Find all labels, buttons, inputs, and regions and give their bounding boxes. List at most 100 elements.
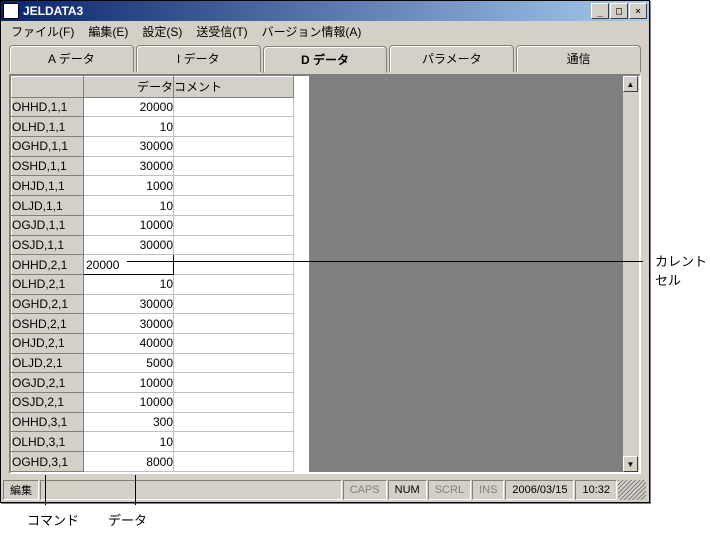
table-row[interactable]: OSHD,1,130000	[12, 156, 294, 176]
cell-cmd[interactable]: OLJD,2,1	[12, 353, 84, 373]
cell-comment[interactable]	[174, 393, 294, 413]
cell-comment[interactable]	[174, 196, 294, 216]
cell-data[interactable]: 30000	[84, 294, 174, 314]
cell-cmd[interactable]: OGHD,1,1	[12, 137, 84, 157]
cell-comment[interactable]	[174, 274, 294, 294]
table-row[interactable]: OHHD,3,1300	[12, 412, 294, 432]
table-row[interactable]: OLJD,1,110	[12, 196, 294, 216]
vertical-scrollbar[interactable]: ▲ ▼	[622, 76, 639, 472]
cell-data[interactable]: 30000	[84, 156, 174, 176]
cell-data[interactable]: 10	[84, 117, 174, 137]
table-row[interactable]: OHHD,1,120000	[12, 97, 294, 117]
cell-data[interactable]: 10	[84, 432, 174, 452]
cell-comment[interactable]	[174, 97, 294, 117]
cell-data[interactable]: 10000	[84, 373, 174, 393]
cell-data[interactable]: 1000	[84, 176, 174, 196]
menu-version[interactable]: バージョン情報(A)	[256, 21, 368, 42]
cell-comment[interactable]	[174, 333, 294, 353]
table-row[interactable]: OSJD,2,110000	[12, 393, 294, 413]
cell-cmd[interactable]: OSJD,2,1	[12, 393, 84, 413]
status-date: 2006/03/15	[505, 480, 574, 500]
table-row[interactable]: OGJD,2,110000	[12, 373, 294, 393]
cell-comment[interactable]	[174, 353, 294, 373]
cell-comment[interactable]	[174, 215, 294, 235]
cell-cmd[interactable]: OHJD,2,1	[12, 333, 84, 353]
cell-comment[interactable]	[174, 137, 294, 157]
scroll-down-button[interactable]: ▼	[623, 456, 638, 472]
cell-data[interactable]: 30000	[84, 314, 174, 334]
status-ins: INS	[472, 480, 504, 500]
cell-data-editing[interactable]: 20000	[84, 255, 174, 275]
scroll-up-button[interactable]: ▲	[623, 76, 638, 92]
cell-cmd[interactable]: OGJD,2,1	[12, 373, 84, 393]
tab-comm[interactable]: 通信	[516, 45, 641, 72]
minimize-button[interactable]: _	[591, 3, 609, 19]
tab-i-data[interactable]: I データ	[136, 45, 261, 72]
table-row[interactable]: OLHD,2,110	[12, 274, 294, 294]
cell-cmd[interactable]: OGHD,2,1	[12, 294, 84, 314]
cell-cmd[interactable]: OLJD,1,1	[12, 196, 84, 216]
table-row[interactable]: OLJD,2,15000	[12, 353, 294, 373]
cell-comment[interactable]	[174, 176, 294, 196]
cell-data[interactable]: 30000	[84, 235, 174, 255]
cell-cmd[interactable]: OLHD,3,1	[12, 432, 84, 452]
cell-cmd[interactable]: OSHD,2,1	[12, 314, 84, 334]
menu-send[interactable]: 送受信(T)	[190, 21, 253, 42]
cell-cmd[interactable]: OLHD,1,1	[12, 117, 84, 137]
cell-comment[interactable]	[174, 235, 294, 255]
cell-data[interactable]: 10	[84, 196, 174, 216]
menu-file[interactable]: ファイル(F)	[5, 21, 80, 42]
cell-cmd[interactable]: OHHD,2,1	[12, 255, 84, 275]
cell-data[interactable]: 8000	[84, 452, 174, 472]
tab-param[interactable]: パラメータ	[389, 45, 514, 72]
cell-data[interactable]: 30000	[84, 137, 174, 157]
table-row[interactable]: OHJD,1,11000	[12, 176, 294, 196]
cell-cmd[interactable]: OLHD,2,1	[12, 274, 84, 294]
cell-data[interactable]: 10000	[84, 215, 174, 235]
menu-settings[interactable]: 設定(S)	[136, 21, 188, 42]
table-row[interactable]: OGJD,1,110000	[12, 215, 294, 235]
titlebar[interactable]: JELDATA3 _ □ ×	[1, 1, 649, 21]
table-row[interactable]: OHHD,2,120000	[12, 255, 294, 275]
cell-comment[interactable]	[174, 412, 294, 432]
maximize-button[interactable]: □	[610, 3, 628, 19]
cell-data[interactable]: 10	[84, 274, 174, 294]
table-row[interactable]: OGHD,2,130000	[12, 294, 294, 314]
table-row[interactable]: OLHD,3,110	[12, 432, 294, 452]
cell-comment[interactable]	[174, 432, 294, 452]
grid-header-data[interactable]: データ	[84, 77, 174, 98]
table-row[interactable]: OLHD,1,110	[12, 117, 294, 137]
cell-comment[interactable]	[174, 314, 294, 334]
tab-a-data[interactable]: A データ	[9, 45, 134, 72]
cell-comment[interactable]	[174, 117, 294, 137]
cell-data[interactable]: 300	[84, 412, 174, 432]
resize-grip-icon[interactable]	[618, 480, 646, 500]
cell-data[interactable]: 10000	[84, 393, 174, 413]
cell-data[interactable]: 5000	[84, 353, 174, 373]
table-row[interactable]: OHJD,2,140000	[12, 333, 294, 353]
cell-comment[interactable]	[174, 452, 294, 472]
table-row[interactable]: OSHD,2,130000	[12, 314, 294, 334]
cell-comment[interactable]	[174, 294, 294, 314]
cell-data[interactable]: 20000	[84, 97, 174, 117]
cell-cmd[interactable]: OHJD,1,1	[12, 176, 84, 196]
cell-data[interactable]: 40000	[84, 333, 174, 353]
cell-cmd[interactable]: OGJD,1,1	[12, 215, 84, 235]
grid-header-cmd[interactable]	[12, 77, 84, 98]
cell-cmd[interactable]: OHHD,3,1	[12, 412, 84, 432]
cell-cmd[interactable]: OGHD,3,1	[12, 452, 84, 472]
cell-cmd[interactable]: OSJD,1,1	[12, 235, 84, 255]
close-button[interactable]: ×	[629, 3, 647, 19]
cell-comment[interactable]	[174, 373, 294, 393]
cell-comment[interactable]	[174, 255, 294, 275]
menu-edit[interactable]: 編集(E)	[82, 21, 134, 42]
table-row[interactable]: OGHD,1,130000	[12, 137, 294, 157]
cell-cmd[interactable]: OHHD,1,1	[12, 97, 84, 117]
tab-d-data[interactable]: D データ	[263, 46, 388, 73]
table-row[interactable]: OGHD,3,18000	[12, 452, 294, 472]
cell-comment[interactable]	[174, 156, 294, 176]
grid-header-comment[interactable]: コメント	[174, 77, 294, 98]
table-row[interactable]: OSJD,1,130000	[12, 235, 294, 255]
cell-cmd[interactable]: OSHD,1,1	[12, 156, 84, 176]
data-grid[interactable]: データ コメント OHHD,1,120000OLHD,1,110OGHD,1,1…	[11, 76, 294, 472]
